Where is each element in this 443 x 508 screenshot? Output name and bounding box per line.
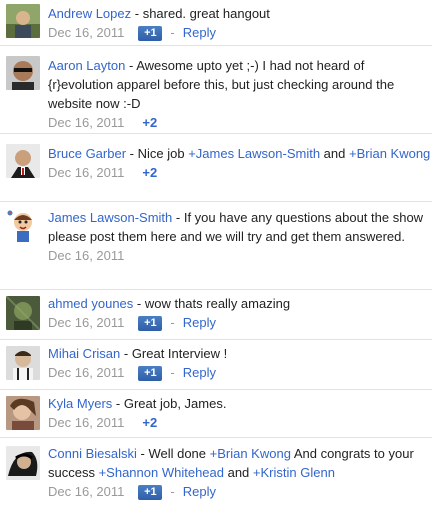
comment-author[interactable]: Andrew Lopez (48, 6, 131, 21)
meta-dash: - (170, 365, 175, 380)
comment-author[interactable]: Bruce Garber (48, 146, 126, 161)
avatar-james-lawson-smith[interactable] (6, 208, 40, 242)
comment-date[interactable]: Dec 16, 2011 (48, 25, 124, 40)
comment-meta: Dec 16, 2011 +2 (48, 113, 432, 132)
comment-author[interactable]: Kyla Myers (48, 396, 112, 411)
comment-date[interactable]: Dec 16, 2011 (48, 315, 124, 330)
comment-meta: Dec 16, 2011 (48, 246, 432, 265)
comment-author[interactable]: Mihai Crisan (48, 346, 120, 361)
comment-author[interactable]: Conni Biesalski (48, 446, 137, 461)
avatar-image (6, 446, 40, 480)
mention-james-lawson-smith[interactable]: +James Lawson-Smith (188, 146, 320, 161)
comment-item: Conni Biesalski - Well done +Brian Kwong… (0, 438, 432, 508)
avatar-aaron-layton[interactable] (6, 56, 40, 90)
comment-date[interactable]: Dec 16, 2011 (48, 484, 124, 499)
meta-dash: - (170, 315, 175, 330)
comment-item: Bruce Garber - Nice job +James Lawson-Sm… (0, 134, 432, 202)
comment-text: Great Interview ! (131, 346, 228, 361)
comment-meta: Dec 16, 2011 +2 (48, 413, 432, 432)
reply-link[interactable]: Reply (183, 25, 216, 40)
reply-link[interactable]: Reply (183, 365, 216, 380)
mention-brian-kwong[interactable]: +Brian Kwong (210, 446, 291, 461)
avatar-image (6, 4, 40, 38)
author-separator: - (133, 296, 145, 311)
author-separator: - (125, 58, 137, 73)
comment-text: shared. great hangout (142, 6, 270, 21)
meta-dash: - (170, 25, 175, 40)
mention-brian-kwong[interactable]: +Brian Kwong (349, 146, 430, 161)
comment-list: Andrew Lopez - shared. great hangout Dec… (0, 0, 443, 508)
avatar-image (6, 208, 40, 242)
comment-item: ahmed younes - wow thats really amazing … (0, 290, 432, 340)
comment-text: Great job, James. (123, 396, 227, 411)
mention-kristin-glenn[interactable]: +Kristin Glenn (253, 465, 335, 480)
comment-text: Well done (148, 446, 210, 461)
plus-one-button[interactable]: +1 (138, 366, 163, 382)
comment-text: wow thats really amazing (144, 296, 291, 311)
comment-date[interactable]: Dec 16, 2011 (48, 365, 124, 380)
comment-text: and (223, 465, 253, 480)
avatar-mihai-crisan[interactable] (6, 346, 40, 380)
comment-item: James Lawson-Smith - If you have any que… (0, 202, 432, 290)
comment-date[interactable]: Dec 16, 2011 (48, 248, 124, 263)
plus-one-button[interactable]: +1 (138, 485, 163, 501)
comment-text: Nice job (137, 146, 189, 161)
comment-meta: Dec 16, 2011 +1- Reply (48, 23, 432, 42)
plus-two-count[interactable]: +2 (142, 115, 157, 130)
comment-author[interactable]: Aaron Layton (48, 58, 125, 73)
comment-meta: Dec 16, 2011 +2 (48, 163, 432, 182)
reply-link[interactable]: Reply (183, 315, 216, 330)
avatar-kyla-myers[interactable] (6, 396, 40, 430)
avatar-bruce-garber[interactable] (6, 144, 40, 178)
comment-text: and (320, 146, 349, 161)
reply-link[interactable]: Reply (183, 484, 216, 499)
comment-item: Kyla Myers - Great job, James. Dec 16, 2… (0, 390, 432, 438)
plus-one-button[interactable]: +1 (138, 316, 163, 332)
avatar-conni-biesalski[interactable] (6, 446, 40, 480)
avatar-andrew-lopez[interactable] (6, 4, 40, 38)
mention-shannon-whitehead[interactable]: +Shannon Whitehead (99, 465, 224, 480)
author-separator: - (172, 210, 184, 225)
comment-item: Mihai Crisan - Great Interview ! Dec 16,… (0, 340, 432, 390)
comment-date[interactable]: Dec 16, 2011 (48, 115, 124, 130)
comment-item: Andrew Lopez - shared. great hangout Dec… (0, 0, 432, 46)
author-separator: - (120, 346, 132, 361)
plus-one-button[interactable]: +1 (138, 26, 163, 42)
comment-item: Aaron Layton - Awesome upto yet ;-) I ha… (0, 46, 432, 134)
avatar-image (6, 396, 40, 430)
author-separator: - (126, 146, 138, 161)
author-separator: - (136, 446, 149, 461)
avatar-image (6, 346, 40, 380)
comment-meta: Dec 16, 2011 +1- Reply (48, 482, 432, 501)
plus-two-count[interactable]: +2 (142, 415, 157, 430)
avatar-image (6, 144, 40, 178)
comment-date[interactable]: Dec 16, 2011 (48, 165, 124, 180)
comment-author[interactable]: James Lawson-Smith (48, 210, 172, 225)
author-separator: - (131, 6, 143, 21)
meta-dash: - (170, 484, 175, 499)
avatar-image (6, 296, 40, 330)
comment-author[interactable]: ahmed younes (48, 296, 133, 311)
avatar-image (6, 56, 40, 90)
comment-meta: Dec 16, 2011 +1- Reply (48, 363, 432, 382)
author-separator: - (112, 396, 124, 411)
comment-date[interactable]: Dec 16, 2011 (48, 415, 124, 430)
plus-two-count[interactable]: +2 (142, 165, 157, 180)
avatar-ahmed-younes[interactable] (6, 296, 40, 330)
comment-meta: Dec 16, 2011 +1- Reply (48, 313, 432, 332)
